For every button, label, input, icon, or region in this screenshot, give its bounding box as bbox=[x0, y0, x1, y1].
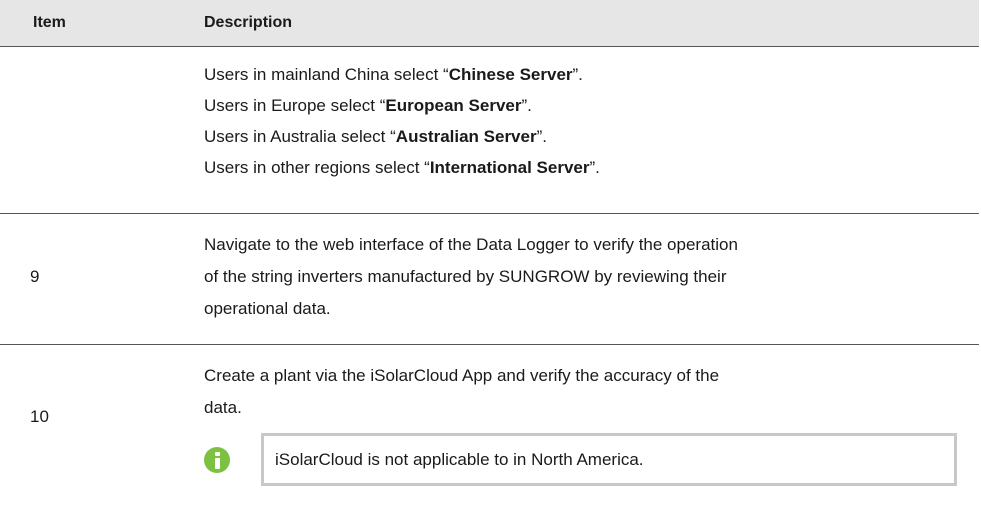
document-page: { "table": { "headers": { "item": "Item"… bbox=[0, 0, 981, 522]
note-box: iSolarCloud is not applicable to in Nort… bbox=[261, 433, 957, 486]
server-line-europe: Users in Europe select “European Server”… bbox=[204, 96, 532, 116]
line-text: ”. bbox=[536, 127, 547, 146]
info-icon-stem bbox=[215, 458, 220, 469]
column-header-item: Item bbox=[33, 14, 66, 31]
server-name: European Server bbox=[385, 96, 522, 115]
table-header: Item Description bbox=[0, 0, 979, 47]
row-divider bbox=[0, 344, 979, 345]
line-text: ”. bbox=[572, 65, 583, 84]
server-name: Australian Server bbox=[395, 127, 537, 146]
info-icon-dot bbox=[215, 452, 220, 456]
row-divider bbox=[0, 213, 979, 214]
line-text: Users in Australia select “ bbox=[204, 127, 396, 146]
description-line: Create a plant via the iSolarCloud App a… bbox=[204, 366, 720, 385]
line-text: Users in mainland China select “ bbox=[204, 65, 449, 84]
description-line: data. bbox=[204, 398, 242, 417]
server-name: Chinese Server bbox=[448, 65, 573, 84]
line-text: ”. bbox=[521, 96, 532, 115]
line-text: ”. bbox=[589, 158, 600, 177]
description-line: of the string inverters manufactured by … bbox=[204, 267, 727, 286]
line-text: Users in Europe select “ bbox=[204, 96, 386, 115]
info-icon bbox=[204, 447, 230, 473]
server-line-china: Users in mainland China select “Chinese … bbox=[204, 65, 583, 85]
description-line: operational data. bbox=[204, 299, 331, 318]
column-header-description: Description bbox=[204, 14, 293, 31]
line-text: Users in other regions select “ bbox=[204, 158, 430, 177]
item-number: 10 bbox=[30, 407, 49, 426]
description-line: Navigate to the web interface of the Dat… bbox=[204, 235, 738, 254]
note-text: iSolarCloud is not applicable to in Nort… bbox=[275, 450, 644, 469]
server-name: International Server bbox=[429, 158, 590, 177]
server-line-australia: Users in Australia select “Australian Se… bbox=[204, 127, 547, 147]
item-number: 9 bbox=[30, 267, 40, 286]
server-line-international: Users in other regions select “Internati… bbox=[204, 158, 600, 178]
